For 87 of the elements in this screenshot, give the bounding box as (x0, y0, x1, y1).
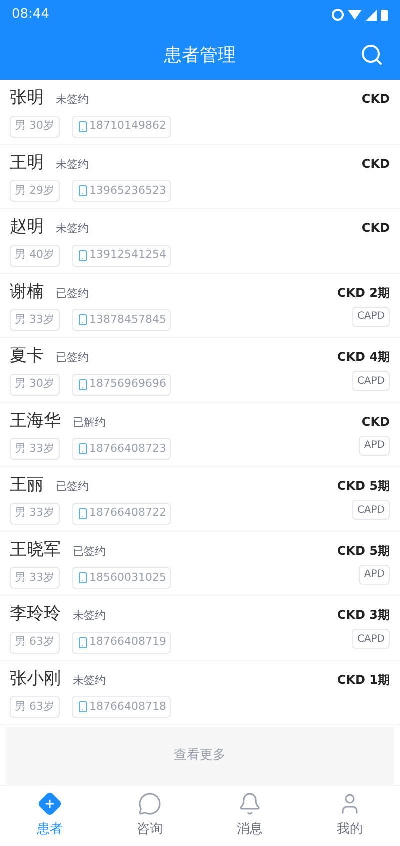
patient-name: 王海华 (10, 410, 61, 432)
dialysis-tag: APD (359, 436, 390, 456)
contract-status: 未签约 (56, 156, 89, 172)
contract-status: 已签约 (56, 350, 89, 366)
dialysis-tag: CAPD (352, 500, 390, 520)
patient-name: 王丽 (10, 474, 44, 497)
gender-age-tag: 男 33岁 (10, 438, 60, 460)
patient-row[interactable]: 王晓军 已签约 男 33岁 18560031025 CKD 5期 APD (0, 532, 400, 596)
phone-tag: 13965236523 (72, 180, 172, 202)
contract-status: 已解约 (73, 414, 106, 430)
patient-name: 王明 (10, 152, 44, 174)
diagnosis: CKD (362, 156, 390, 172)
phone-icon (76, 378, 88, 390)
diagnosis: CKD 5期 (337, 478, 390, 495)
patient-row[interactable]: 赵明 未签约 男 40岁 13912541254 CKD (0, 209, 400, 274)
gender-age-tag: 男 29岁 (10, 180, 60, 202)
gender-age-tag: 男 63岁 (10, 632, 60, 654)
gender-age-tag: 男 30岁 (10, 116, 60, 138)
patient-name: 赵明 (10, 216, 44, 239)
phone-icon (76, 120, 88, 132)
dialysis-tag: APD (359, 564, 390, 584)
gender-age-tag: 男 33岁 (10, 309, 60, 331)
patient-row[interactable]: 夏卡 已签约 男 30岁 18756969696 CKD 4期 CAPD (0, 338, 400, 402)
contract-status: 已签约 (56, 479, 89, 495)
patient-name: 夏卡 (10, 345, 44, 368)
chat-icon (138, 792, 162, 816)
gender-age-tag: 男 30岁 (10, 374, 60, 396)
patient-row[interactable]: 张小刚 未签约 男 63岁 18766408718 CKD 1期 (0, 660, 400, 725)
phone-icon (76, 701, 88, 713)
phone-tag: 18766408718 (72, 696, 172, 718)
contract-status: 已签约 (56, 286, 89, 302)
phone-icon (76, 508, 88, 520)
signal-icon (366, 10, 377, 20)
patient-row[interactable]: 张明 未签约 男 30岁 18710149862 CKD (0, 80, 400, 144)
phone-icon (76, 443, 88, 455)
diagnosis: CKD 1期 (337, 672, 390, 688)
phone-tag: 18756969696 (72, 374, 172, 396)
contract-status: 未签约 (56, 92, 89, 108)
gender-age-tag: 男 33岁 (10, 567, 60, 589)
phone-tag: 18560031025 (72, 567, 172, 589)
phone-tag: 13912541254 (72, 244, 172, 266)
patient-name: 张明 (10, 87, 44, 110)
gender-age-tag: 男 63岁 (10, 696, 60, 718)
diagnosis: CKD 2期 (337, 284, 390, 302)
contract-status: 已签约 (73, 544, 106, 560)
patient-row[interactable]: 李玲玲 未签约 男 63岁 18766408719 CKD 3期 CAPD (0, 596, 400, 660)
patient-name: 谢楠 (10, 280, 44, 304)
dialysis-tag: CAPD (352, 371, 390, 391)
contract-status: 未签约 (73, 608, 106, 624)
patient-row[interactable]: 谢楠 已签约 男 33岁 13878457845 CKD 2期 CAPD (0, 274, 400, 338)
diagnosis: CKD (362, 220, 390, 237)
patient-name: 王晓军 (10, 538, 61, 562)
phone-icon (76, 636, 88, 648)
tab-bar-item[interactable]: 我的 (300, 792, 400, 840)
battery-icon (381, 10, 388, 20)
dialysis-tag: CAPD (352, 629, 390, 649)
phone-tag: 13878457845 (72, 309, 172, 331)
phone-tag: 18766408719 (72, 632, 172, 654)
patient-name: 张小刚 (10, 668, 61, 690)
phone-icon (76, 185, 88, 197)
tab-bar-item[interactable]: 咨询 (100, 792, 200, 840)
bell-icon (238, 792, 262, 816)
phone-tag: 18766408722 (72, 502, 172, 524)
patient-row[interactable]: 王丽 已签约 男 33岁 18766408722 CKD 5期 CAPD (0, 467, 400, 532)
wifi-icon (348, 10, 362, 20)
phone-icon (76, 250, 88, 262)
status-time: 08:44 (12, 6, 50, 24)
phone-tag: 18766408723 (72, 438, 172, 460)
diagnosis: CKD 4期 (337, 349, 390, 366)
patient-name: 李玲玲 (10, 603, 61, 626)
header-title: 患者管理 (164, 44, 236, 68)
tab-bar-item[interactable]: 消息 (200, 792, 300, 840)
diagnosis: CKD (362, 414, 390, 430)
contract-status: 未签约 (73, 672, 106, 688)
phone-icon (76, 314, 88, 326)
contract-status: 未签约 (56, 221, 89, 237)
phone-icon (76, 572, 88, 584)
dialysis-tag: CAPD (352, 306, 390, 326)
gender-age-tag: 男 33岁 (10, 502, 60, 524)
gender-age-tag: 男 40岁 (10, 244, 60, 266)
search-button[interactable] (360, 43, 384, 67)
patient-row[interactable]: 王明 未签约 男 29岁 13965236523 CKD (0, 144, 400, 209)
phone-tag: 18710149862 (72, 116, 172, 138)
diagnosis: CKD 3期 (337, 607, 390, 624)
diagnosis: CKD (362, 91, 390, 108)
patient-row[interactable]: 王海华 已解约 男 33岁 18766408723 CKD APD (0, 402, 400, 467)
diagnosis: CKD 5期 (337, 542, 390, 560)
